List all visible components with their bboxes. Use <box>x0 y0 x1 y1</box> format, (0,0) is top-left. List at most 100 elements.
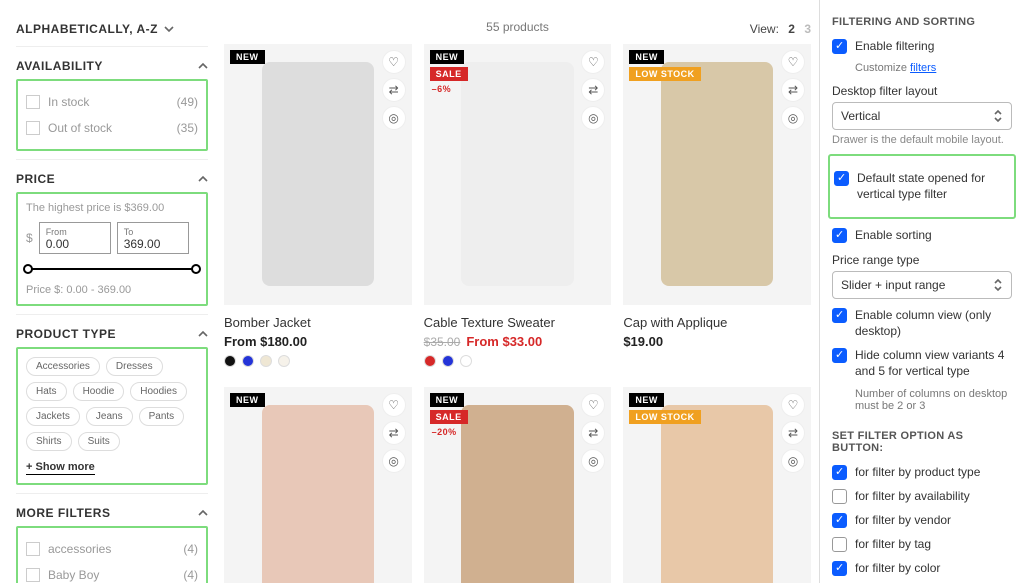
quickview-icon[interactable]: ◎ <box>382 106 406 130</box>
product-type-chip[interactable]: Accessories <box>26 357 100 376</box>
color-swatch[interactable] <box>242 355 254 367</box>
desktop-filter-layout-select[interactable]: Vertical <box>832 102 1012 130</box>
slider-handle-min[interactable] <box>23 264 33 274</box>
checkbox-icon <box>832 39 847 54</box>
quickview-icon[interactable]: ◎ <box>382 449 406 473</box>
product-image[interactable]: NEWLOW STOCK♡⇄◎ <box>623 387 811 583</box>
collection-preview: Alphabetically, A-Z Availability In stoc… <box>0 0 819 583</box>
filter-head-availability[interactable]: Availability <box>16 47 208 79</box>
product-type-chip[interactable]: Hoodies <box>130 382 187 401</box>
checkbox-icon <box>832 228 847 243</box>
product-card[interactable]: NEWLOW STOCK♡⇄◎Cap with Applique$19.00 <box>623 44 811 371</box>
wishlist-icon[interactable]: ♡ <box>382 50 406 74</box>
swatch-row <box>424 355 612 367</box>
more-filter-row[interactable]: accessories(4) <box>26 536 198 562</box>
product-image[interactable]: NEWSALE–6%♡⇄◎ <box>424 44 612 305</box>
compare-icon[interactable]: ⇄ <box>781 421 805 445</box>
availability-out-of-stock[interactable]: Out of stock (35) <box>26 115 198 141</box>
more-filter-row[interactable]: Baby Boy(4) <box>26 562 198 583</box>
checkbox-icon <box>832 308 847 323</box>
filter-head-more[interactable]: More Filters <box>16 494 208 526</box>
chevron-up-icon <box>198 508 208 518</box>
price-range-type-select[interactable]: Slider + input range <box>832 271 1012 299</box>
product-type-chip[interactable]: Jeans <box>86 407 133 426</box>
product-type-chip[interactable]: Hats <box>26 382 67 401</box>
product-image[interactable]: NEWLOW STOCK♡⇄◎ <box>623 44 811 305</box>
customize-filters-link[interactable]: Customize filters <box>855 62 1012 74</box>
option-filter-vendor[interactable]: for filter by vendor <box>832 512 1012 528</box>
color-swatch[interactable] <box>224 355 236 367</box>
product-type-chip[interactable]: Suits <box>78 432 120 451</box>
price-from-input[interactable]: From 0.00 <box>39 222 111 254</box>
compare-icon[interactable]: ⇄ <box>781 78 805 102</box>
quickview-icon[interactable]: ◎ <box>581 106 605 130</box>
option-filter-color[interactable]: for filter by color <box>832 560 1012 576</box>
chevron-up-icon <box>198 174 208 184</box>
product-card[interactable]: NEWLOW STOCK♡⇄◎ <box>623 387 811 583</box>
option-hide-variants[interactable]: Hide column view variants 4 and 5 for ve… <box>832 347 1012 379</box>
filter-availability: Availability In stock (49) Out of stock … <box>16 46 208 151</box>
price-display: Price $: 0.00 - 369.00 <box>26 284 198 296</box>
show-more-button[interactable]: + Show more <box>26 461 95 475</box>
color-swatch[interactable] <box>442 355 454 367</box>
checkbox-icon <box>832 537 847 552</box>
product-card[interactable]: NEW♡⇄◎ <box>224 387 412 583</box>
color-swatch[interactable] <box>460 355 472 367</box>
option-enable-filtering[interactable]: Enable filtering <box>832 38 1012 54</box>
product-title: Cable Texture Sweater <box>424 315 612 330</box>
product-card[interactable]: NEWSALE–20%♡⇄◎ <box>424 387 612 583</box>
product-card[interactable]: NEW♡⇄◎Bomber JacketFrom $180.00 <box>224 44 412 371</box>
product-type-chip[interactable]: Hoodie <box>73 382 125 401</box>
price-to-input[interactable]: To 369.00 <box>117 222 189 254</box>
product-card[interactable]: NEWSALE–6%♡⇄◎Cable Texture Sweater$35.00… <box>424 44 612 371</box>
filter-head-price[interactable]: Price <box>16 160 208 192</box>
checkbox-icon <box>26 95 40 109</box>
color-swatch[interactable] <box>260 355 272 367</box>
quickview-icon[interactable]: ◎ <box>781 106 805 130</box>
view-option-3[interactable]: 3 <box>804 22 811 36</box>
checkbox-icon <box>832 348 847 363</box>
color-swatch[interactable] <box>424 355 436 367</box>
compare-icon[interactable]: ⇄ <box>581 78 605 102</box>
product-price: $19.00 <box>623 334 811 349</box>
wishlist-icon[interactable]: ♡ <box>581 50 605 74</box>
wishlist-icon[interactable]: ♡ <box>781 393 805 417</box>
product-type-chip[interactable]: Jackets <box>26 407 80 426</box>
option-filter-product-type[interactable]: for filter by product type <box>832 464 1012 480</box>
product-image[interactable]: NEW♡⇄◎ <box>224 44 412 305</box>
filters-sidebar: Alphabetically, A-Z Availability In stoc… <box>16 0 208 583</box>
wishlist-icon[interactable]: ♡ <box>581 393 605 417</box>
price-slider[interactable] <box>26 262 198 276</box>
compare-icon[interactable]: ⇄ <box>581 421 605 445</box>
color-swatch[interactable] <box>278 355 290 367</box>
product-type-chip[interactable]: Pants <box>139 407 185 426</box>
slider-handle-max[interactable] <box>191 264 201 274</box>
quickview-icon[interactable]: ◎ <box>781 449 805 473</box>
price-max-note: The highest price is $369.00 <box>26 202 198 214</box>
sort-dropdown[interactable]: Alphabetically, A-Z <box>16 0 208 46</box>
wishlist-icon[interactable]: ♡ <box>781 50 805 74</box>
product-image[interactable]: NEW♡⇄◎ <box>224 387 412 583</box>
product-image[interactable]: NEWSALE–20%♡⇄◎ <box>424 387 612 583</box>
availability-in-stock[interactable]: In stock (49) <box>26 89 198 115</box>
filter-head-product-type[interactable]: Product Type <box>16 315 208 347</box>
option-default-opened[interactable]: Default state opened for vertical type f… <box>834 170 1008 202</box>
settings-panel[interactable]: Filtering and Sorting Enable filtering C… <box>819 0 1024 583</box>
new-badge: NEW <box>430 50 465 64</box>
compare-icon[interactable]: ⇄ <box>382 421 406 445</box>
compare-icon[interactable]: ⇄ <box>382 78 406 102</box>
wishlist-icon[interactable]: ♡ <box>382 393 406 417</box>
product-type-chip[interactable]: Dresses <box>106 357 163 376</box>
discount-badge: –20% <box>430 427 459 437</box>
view-option-2[interactable]: 2 <box>788 22 795 36</box>
filter-price: Price The highest price is $369.00 $ Fro… <box>16 159 208 306</box>
option-enable-column-view[interactable]: Enable column view (only desktop) <box>832 307 1012 339</box>
option-filter-tag[interactable]: for filter by tag <box>832 536 1012 552</box>
option-filter-availability[interactable]: for filter by availability <box>832 488 1012 504</box>
chevron-up-icon <box>198 329 208 339</box>
select-arrows-icon <box>993 278 1003 292</box>
option-enable-sorting[interactable]: Enable sorting <box>832 227 1012 243</box>
quickview-icon[interactable]: ◎ <box>581 449 605 473</box>
checkbox-icon <box>26 542 40 556</box>
product-type-chip[interactable]: Shirts <box>26 432 72 451</box>
